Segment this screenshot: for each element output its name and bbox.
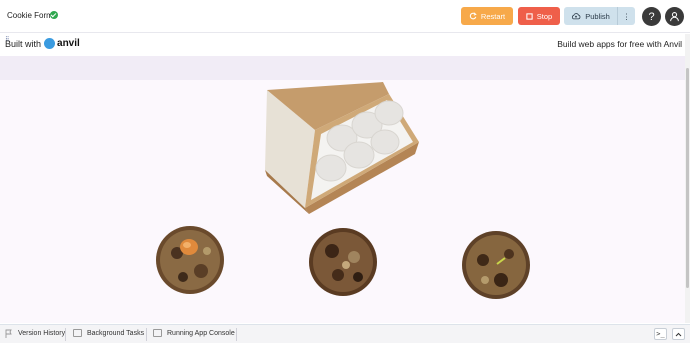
publish-button[interactable]: Publish bbox=[564, 7, 617, 25]
cookie-image-1 bbox=[156, 226, 224, 294]
tab-divider bbox=[236, 328, 237, 341]
top-toolbar: Cookie Form Restart Stop Publish ⋮ ? bbox=[0, 0, 690, 33]
anvil-logo: anvil bbox=[44, 38, 80, 49]
cloud-upload-icon bbox=[572, 13, 581, 20]
anvil-logo-icon bbox=[44, 38, 56, 49]
console-icon bbox=[153, 329, 162, 337]
anvil-brand-text: anvil bbox=[57, 38, 80, 49]
built-with-anvil-link[interactable]: Built with anvil bbox=[5, 38, 80, 49]
flag-icon bbox=[5, 329, 12, 338]
restart-button[interactable]: Restart bbox=[461, 7, 513, 25]
cookie-box-image bbox=[265, 82, 419, 214]
tab-background-tasks[interactable]: Background Tasks bbox=[73, 329, 144, 337]
bottom-panel-bar: Version History Background Tasks Running… bbox=[0, 324, 690, 343]
expand-panel-button[interactable] bbox=[672, 328, 685, 340]
tab-divider bbox=[146, 328, 147, 341]
anvil-tagline-link[interactable]: Build web apps for free with Anvil bbox=[557, 39, 682, 49]
built-with-text: Built with bbox=[5, 38, 42, 49]
user-icon bbox=[670, 12, 679, 22]
restart-label: Restart bbox=[480, 11, 506, 21]
help-icon: ? bbox=[648, 10, 655, 23]
tab-running-app-console[interactable]: Running App Console bbox=[153, 329, 235, 337]
terminal-icon: >_ bbox=[656, 330, 665, 338]
app-title: Cookie Form bbox=[7, 11, 53, 20]
stop-square-icon bbox=[526, 12, 533, 20]
cookie-image-2 bbox=[309, 228, 377, 296]
tab-background-tasks-label: Background Tasks bbox=[87, 329, 145, 337]
stop-label: Stop bbox=[536, 11, 553, 21]
cookie-image-3 bbox=[462, 231, 530, 299]
check-circle-icon bbox=[50, 11, 58, 19]
publish-more-button[interactable]: ⋮ bbox=[617, 7, 635, 25]
tab-version-history-label: Version History bbox=[18, 330, 66, 337]
stop-button[interactable]: Stop bbox=[518, 7, 560, 25]
more-options-icon: ⋮ bbox=[622, 11, 631, 21]
publish-label: Publish bbox=[585, 11, 610, 21]
app-header-band bbox=[0, 56, 690, 80]
terminal-button[interactable]: >_ bbox=[654, 328, 667, 340]
tab-running-app-console-label: Running App Console bbox=[167, 329, 235, 337]
help-button[interactable]: ? bbox=[642, 7, 661, 26]
account-button[interactable] bbox=[665, 7, 684, 26]
scrollbar[interactable] bbox=[685, 34, 690, 323]
built-with-banner: ⠿ Built with anvil Build web apps for fr… bbox=[0, 34, 690, 56]
refresh-icon bbox=[469, 12, 477, 20]
tab-divider bbox=[65, 328, 66, 341]
tab-version-history[interactable]: Version History bbox=[5, 329, 65, 338]
scrollbar-thumb[interactable] bbox=[686, 68, 689, 288]
chevron-up-icon bbox=[675, 332, 682, 336]
tasks-icon bbox=[73, 329, 82, 337]
